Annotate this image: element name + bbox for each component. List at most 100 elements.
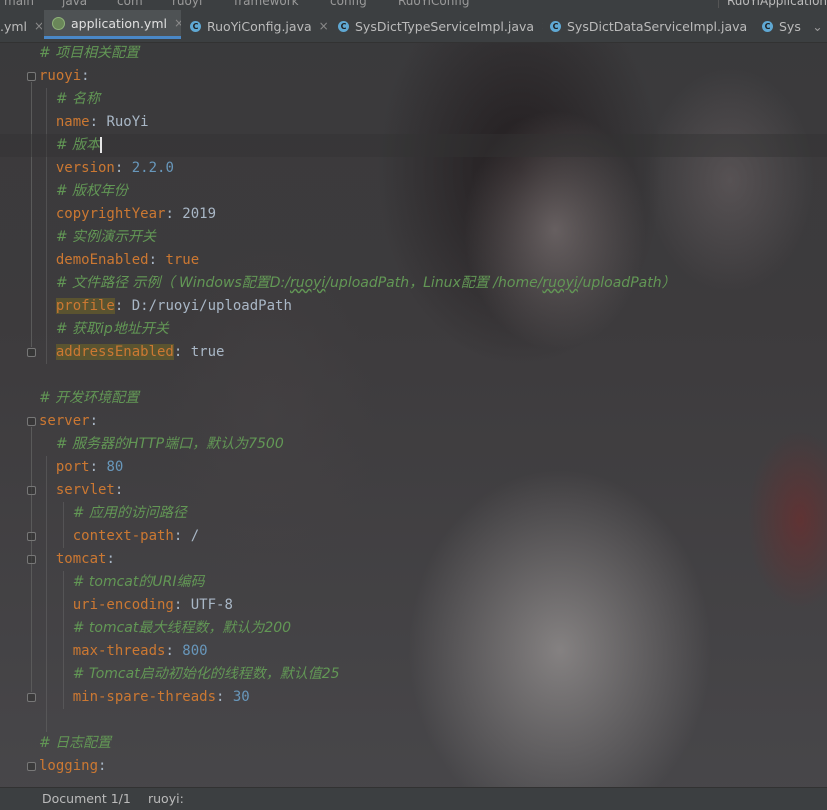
close-icon[interactable]: × bbox=[34, 19, 42, 33]
code-line[interactable]: # 名称 bbox=[0, 88, 827, 111]
code-line[interactable]: logging: bbox=[0, 755, 827, 778]
code-line[interactable]: ruoyi: bbox=[0, 65, 827, 88]
code-line-text: port: 80 bbox=[39, 456, 123, 479]
code-line-text: # 项目相关配置 bbox=[39, 42, 139, 65]
chevron-down-icon: ⌄ bbox=[812, 18, 823, 34]
breadcrumb-item[interactable]: java bbox=[62, 0, 87, 8]
code-token: demoEnabled bbox=[55, 252, 149, 268]
code-line[interactable]: profile: D:/ruoyi/uploadPath bbox=[0, 295, 827, 318]
code-line-text: # tomcat的URI编码 bbox=[39, 571, 205, 594]
code-token: : bbox=[173, 597, 191, 613]
code-token: # 日志配置 bbox=[39, 735, 112, 751]
tab-sysdicttypeserviceimpl-java[interactable]: C SysDictTypeServiceImpl.java × bbox=[338, 10, 543, 42]
code-line-text: # 版本 bbox=[39, 134, 103, 157]
code-line[interactable]: # 服务器的HTTP端口，默认为7500 bbox=[0, 433, 827, 456]
code-line[interactable]: # 文件路径 示例（ Windows配置D:/ruoyi/uploadPath，… bbox=[0, 272, 827, 295]
code-line[interactable]: # 开发环境配置 bbox=[0, 387, 827, 410]
code-line-text: logging: bbox=[39, 755, 106, 778]
breadcrumb-item[interactable]: ruoyi bbox=[172, 0, 202, 8]
code-line[interactable]: port: 80 bbox=[0, 456, 827, 479]
close-icon[interactable]: × bbox=[319, 19, 329, 33]
code-line[interactable]: tomcat: bbox=[0, 548, 827, 571]
code-token: / bbox=[190, 528, 200, 544]
status-bar: Document 1/1 ruoyi: bbox=[0, 787, 827, 810]
close-icon[interactable]: × bbox=[541, 19, 543, 33]
code-line-text: demoEnabled: true bbox=[39, 249, 199, 272]
tab-yml[interactable]: .yml × bbox=[0, 10, 42, 42]
text-caret bbox=[100, 137, 103, 153]
code-line-text: copyrightYear: 2019 bbox=[39, 203, 216, 226]
code-token: server bbox=[39, 413, 90, 429]
code-line[interactable]: min-spare-threads: 30 bbox=[0, 686, 827, 709]
code-line-text: min-spare-threads: 30 bbox=[39, 686, 250, 709]
tab-label: RuoYiConfig.java bbox=[207, 18, 312, 34]
code-line[interactable]: copyrightYear: 2019 bbox=[0, 203, 827, 226]
code-line[interactable]: # Tomcat启动初始化的线程数，默认值25 bbox=[0, 663, 827, 686]
yaml-file-icon bbox=[52, 16, 65, 30]
tab-label: SysDictTypeServiceImpl.java bbox=[355, 18, 535, 34]
tab-sys-truncated[interactable]: C Sys bbox=[762, 10, 802, 42]
code-line[interactable]: max-threads: 800 bbox=[0, 640, 827, 663]
code-line[interactable]: # 版本 bbox=[0, 134, 827, 157]
run-configuration-selector[interactable]: RuoYiApplication bbox=[718, 0, 827, 8]
code-line[interactable]: addressEnabled: true bbox=[0, 341, 827, 364]
code-line[interactable] bbox=[0, 364, 827, 387]
code-line[interactable]: name: RuoYi bbox=[0, 111, 827, 134]
code-line[interactable] bbox=[0, 709, 827, 732]
structure-path[interactable]: ruoyi: bbox=[148, 791, 184, 806]
code-token: name bbox=[55, 114, 90, 130]
tab-ruoyiconfig-java[interactable]: C RuoYiConfig.java × bbox=[190, 10, 330, 42]
code-line[interactable]: # 项目相关配置 bbox=[0, 42, 827, 65]
code-line[interactable]: servlet: bbox=[0, 479, 827, 502]
breadcrumb-item[interactable]: RuoYiConfig bbox=[398, 0, 469, 8]
tab-label: application.yml bbox=[71, 15, 167, 31]
code-token: 2019 bbox=[182, 206, 217, 222]
document-indicator[interactable]: Document 1/1 bbox=[42, 791, 131, 806]
code-line[interactable]: uri-encoding: UTF-8 bbox=[0, 594, 827, 617]
code-line-text: profile: D:/ruoyi/uploadPath bbox=[39, 295, 292, 318]
code-token: : bbox=[114, 160, 132, 176]
code-line[interactable]: server: bbox=[0, 410, 827, 433]
code-line[interactable]: demoEnabled: true bbox=[0, 249, 827, 272]
breadcrumb-item[interactable]: config bbox=[330, 0, 367, 8]
tab-overflow-menu[interactable]: ⌄ bbox=[808, 10, 827, 42]
code-line-text: ruoyi: bbox=[39, 65, 90, 88]
code-token: ruoyi bbox=[39, 68, 82, 84]
tab-sysdictdataserviceimpl-java[interactable]: C SysDictDataServiceImpl.java × bbox=[550, 10, 754, 42]
code-token: 30 bbox=[232, 689, 250, 705]
navigation-breadcrumb-bar: main java com ruoyi framework config Ruo… bbox=[0, 0, 827, 10]
code-token: port bbox=[55, 459, 90, 475]
breadcrumb-item[interactable]: com bbox=[117, 0, 143, 8]
code-token: : bbox=[106, 551, 115, 567]
code-line[interactable]: # 版权年份 bbox=[0, 180, 827, 203]
code-token: # 开发环境配置 bbox=[39, 390, 140, 406]
code-line[interactable]: version: 2.2.0 bbox=[0, 157, 827, 180]
code-line-text: # 文件路径 示例（ Windows配置D:/ruoyi/uploadPath，… bbox=[39, 272, 676, 295]
code-token: servlet bbox=[55, 482, 115, 498]
code-line[interactable]: context-path: / bbox=[0, 525, 827, 548]
code-line-text: tomcat: bbox=[39, 548, 115, 571]
close-icon[interactable]: × bbox=[174, 16, 181, 30]
code-line[interactable]: # 日志配置 bbox=[0, 732, 827, 755]
code-editor[interactable]: # 项目相关配置 ruoyi: # 名称 name: RuoYi # 版本 ver… bbox=[0, 42, 827, 787]
code-token: # 版权年份 bbox=[55, 183, 129, 199]
code-line[interactable]: # tomcat的URI编码 bbox=[0, 571, 827, 594]
code-line[interactable]: # tomcat最大线程数，默认为200 bbox=[0, 617, 827, 640]
code-token: min-spare-threads bbox=[72, 689, 217, 705]
tab-application-yml[interactable]: application.yml × bbox=[44, 10, 181, 39]
breadcrumb-item[interactable]: framework bbox=[234, 0, 299, 8]
code-token: true bbox=[190, 344, 225, 360]
code-line[interactable]: # 应用的访问路径 bbox=[0, 502, 827, 525]
code-token: # 应用的访问路径 bbox=[72, 505, 187, 521]
breadcrumb-item[interactable]: main bbox=[4, 0, 34, 8]
code-line[interactable]: # 实例演示开关 bbox=[0, 226, 827, 249]
code-token: : bbox=[89, 413, 99, 429]
code-line[interactable]: # 获取ip地址开关 bbox=[0, 318, 827, 341]
